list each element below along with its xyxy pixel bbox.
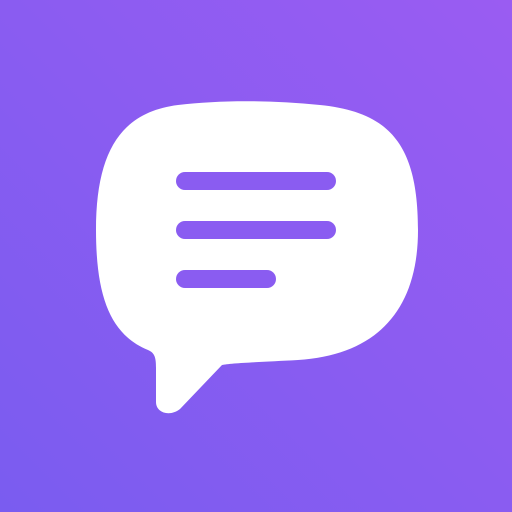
app-icon <box>0 0 512 512</box>
chat-bubble-icon <box>96 101 418 414</box>
bubble-line-2 <box>176 221 336 239</box>
chat-bubble-shape <box>96 101 418 414</box>
bubble-line-1 <box>176 172 336 190</box>
bubble-line-3 <box>176 270 276 288</box>
